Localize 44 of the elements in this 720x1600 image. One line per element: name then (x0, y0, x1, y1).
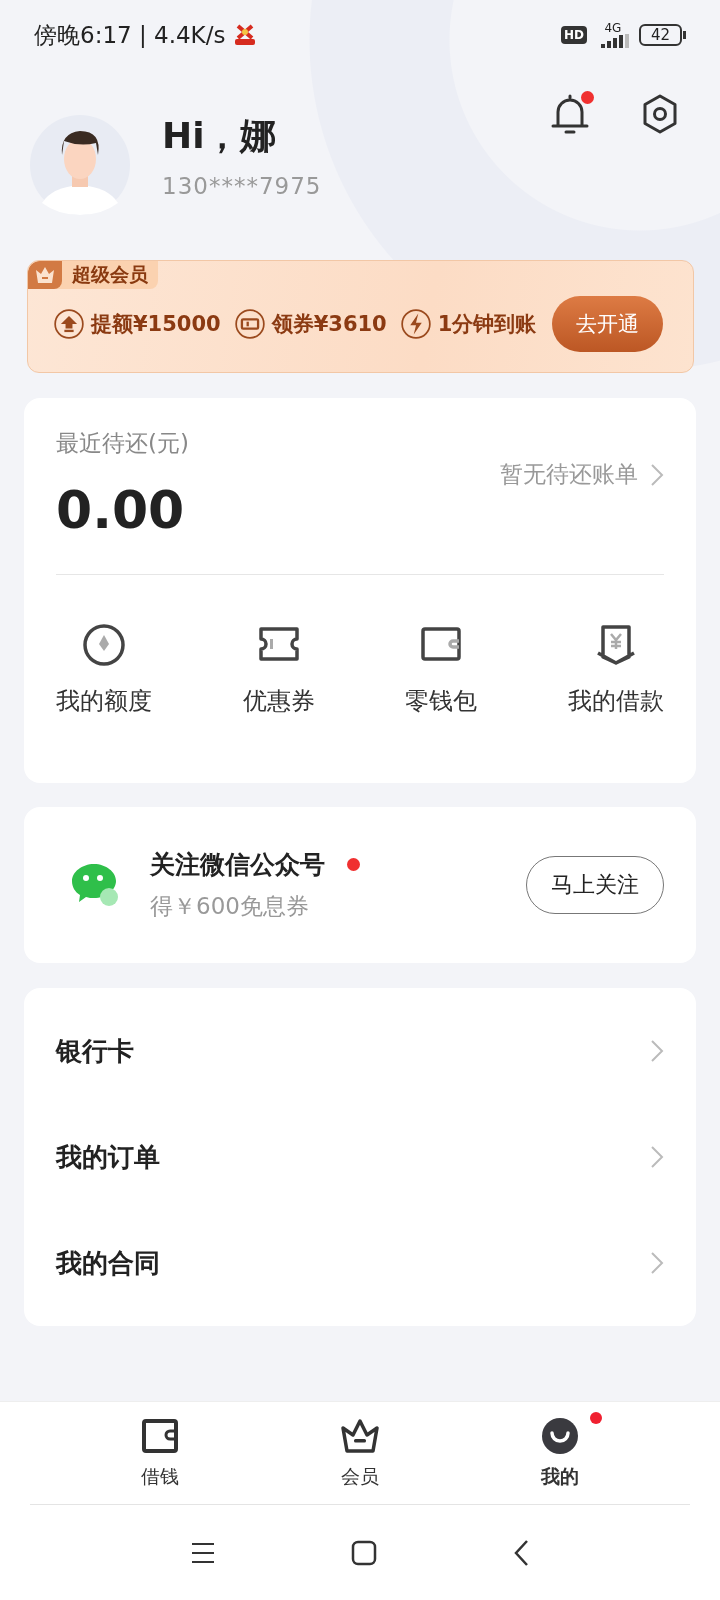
chat-bubble-icon (70, 862, 120, 908)
fast-perk-icon (400, 309, 431, 339)
notification-bell-icon[interactable] (550, 93, 590, 135)
vip-badge-label: 超级会员 (71, 262, 149, 287)
network-type: 4G (604, 22, 622, 34)
follow-wechat-title: 关注微信公众号 (150, 849, 325, 881)
follow-button[interactable]: 马上关注 (526, 856, 664, 914)
greeting: Hi，娜 (162, 113, 278, 158)
hd-badge: HD (560, 26, 587, 44)
tab[interactable]: 我的 (460, 1402, 660, 1504)
coupon-reward-text: 得￥600免息券 (150, 892, 310, 921)
chevron-right-icon (650, 1251, 664, 1275)
menu-item[interactable]: 我的订单 (24, 1104, 696, 1210)
coupon-perk-icon (234, 309, 265, 339)
shortcut-label[interactable]: 我的额度 (56, 685, 152, 717)
repayment-amount: 0.00 (56, 480, 185, 540)
chevron-right-icon (650, 1145, 664, 1169)
chevron-right-icon (650, 462, 664, 487)
shortcut-label[interactable]: 零钱包 (405, 685, 478, 717)
pending-repayment-label: 最近待还(元) (56, 429, 190, 458)
tab[interactable]: 借钱 (60, 1402, 260, 1504)
quota-icon[interactable] (82, 623, 126, 667)
status-time: 傍晚6:17 | 4.4K/s (34, 20, 226, 50)
crown-icon (340, 1416, 380, 1456)
avatar-icon (30, 115, 130, 215)
menu-icon[interactable] (191, 1541, 215, 1564)
wallet-icon (140, 1416, 180, 1456)
perk-label: 1分钟到账 (437, 311, 537, 338)
shortcut-label[interactable]: 我的借款 (567, 685, 664, 717)
perk-label: 提额¥15000 (91, 311, 221, 338)
app-icon (233, 23, 258, 47)
back-icon[interactable] (513, 1538, 529, 1567)
phone-number: 130****7975 (162, 172, 323, 199)
chevron-right-icon (650, 1039, 664, 1063)
home-icon[interactable] (351, 1539, 377, 1566)
tab[interactable]: 会员 (260, 1402, 460, 1504)
shortcut-label[interactable]: 优惠券 (242, 685, 315, 717)
activate-button[interactable]: 去开通 (552, 296, 663, 352)
raise-perk-icon (54, 309, 84, 339)
perk-label: 领券¥3610 (271, 311, 387, 338)
smile-face-icon (540, 1416, 580, 1456)
menu-item[interactable]: 我的合同 (24, 1210, 696, 1316)
menu-item[interactable]: 银行卡 (24, 998, 696, 1104)
battery-indicator: 42 (638, 24, 682, 46)
